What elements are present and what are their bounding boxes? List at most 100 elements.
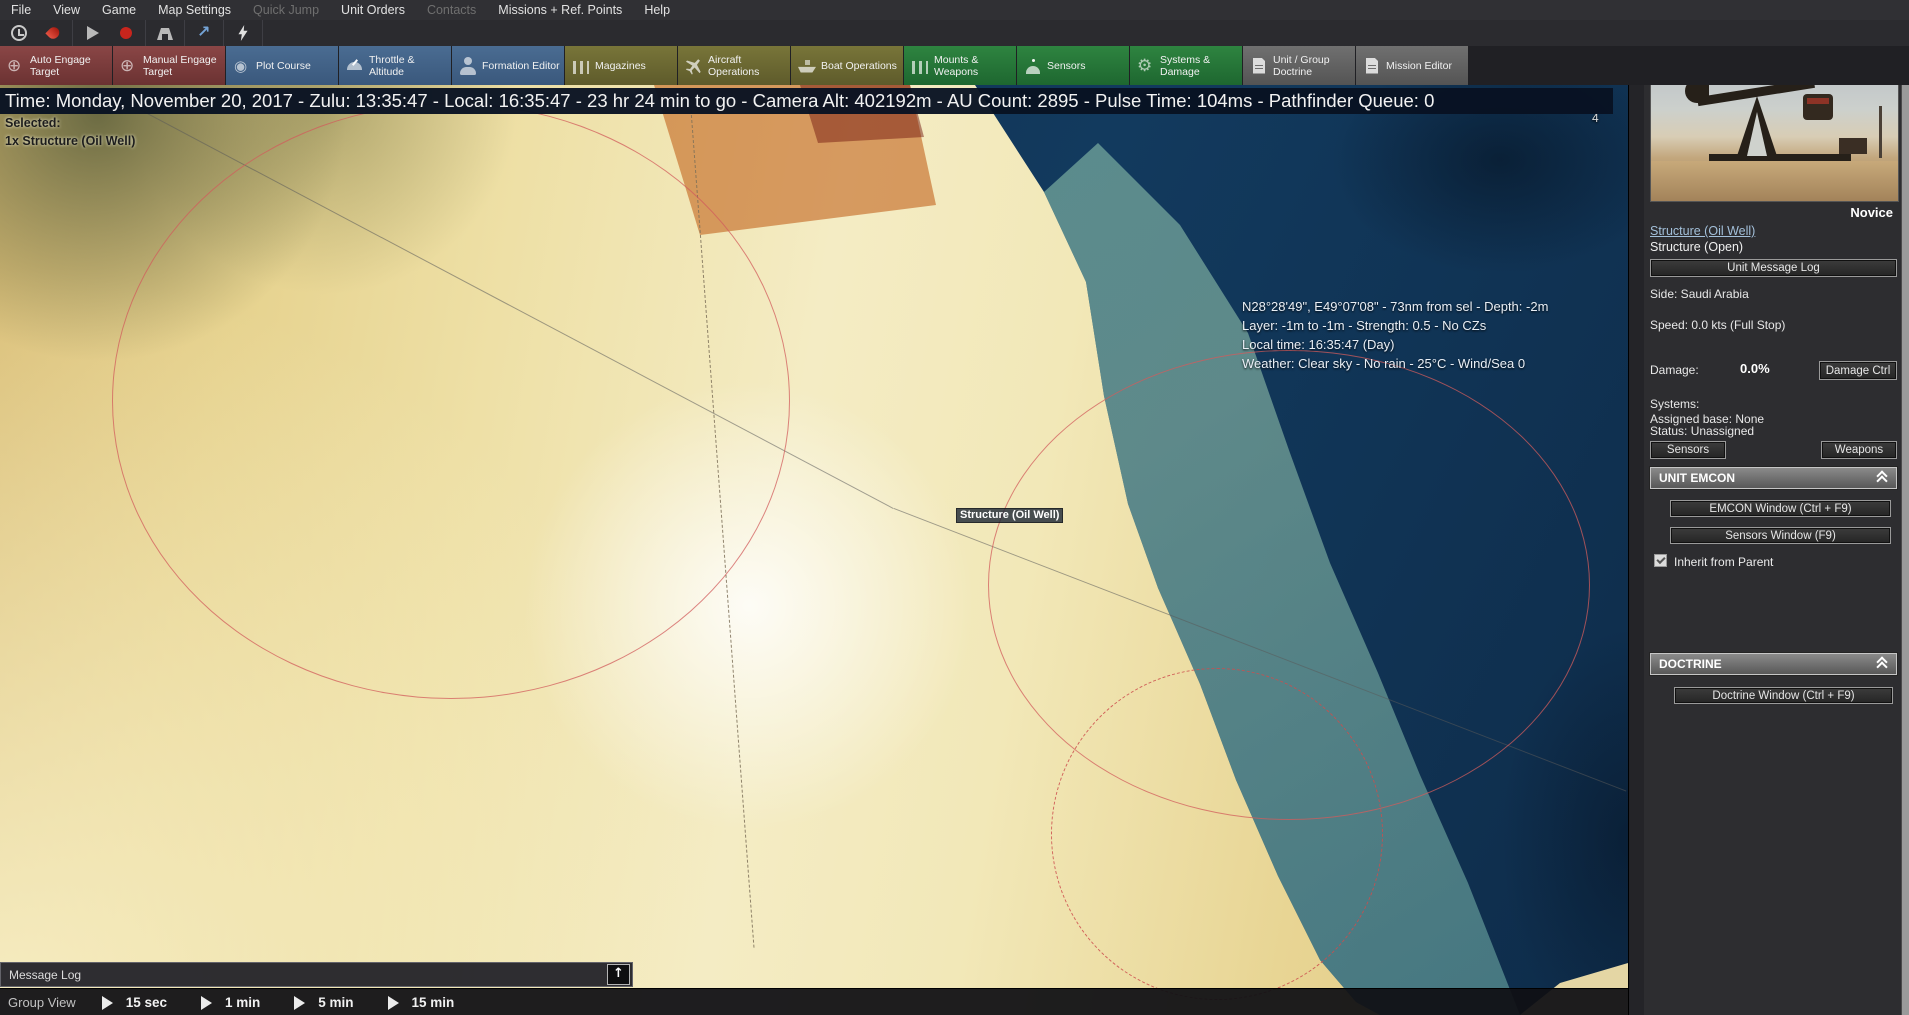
ribbon-manual-engage-target[interactable]: Manual Engage Target — [113, 46, 225, 85]
doctrine-window-button[interactable]: Doctrine Window (Ctrl + F9) — [1674, 687, 1893, 704]
menu-bar: FileViewGameMap SettingsQuick JumpUnit O… — [0, 0, 1909, 21]
photo-ground — [1651, 161, 1898, 201]
damage-ctrl-button[interactable]: Damage Ctrl — [1819, 361, 1897, 380]
time-status-text: Time: Monday, November 20, 2017 - Zulu: … — [5, 90, 1434, 111]
ribbon-label: Plot Course — [256, 60, 338, 72]
jump-arrow-button[interactable] — [187, 21, 221, 45]
unit-label[interactable]: Structure (Oil Well) — [956, 508, 1063, 523]
ribbon-label: Formation Editor — [482, 60, 564, 72]
selected-item: 1x Structure (Oil Well) — [5, 132, 135, 150]
range-ring-dashed — [1051, 668, 1383, 1000]
time-step-arrow-icon[interactable] — [102, 996, 113, 1010]
gear-icon — [1136, 57, 1156, 75]
radar-icon — [1023, 57, 1043, 75]
time-step-arrow-icon[interactable] — [201, 996, 212, 1010]
ribbon-unit-group-doctrine[interactable]: Unit / Group Doctrine — [1243, 46, 1355, 85]
ribbon-mounts-weapons[interactable]: Mounts & Weapons — [904, 46, 1016, 85]
pumpjack-frame-inner — [1747, 112, 1767, 156]
ribbon-mission-editor[interactable]: Mission Editor — [1356, 46, 1468, 85]
clock-button[interactable] — [2, 21, 36, 45]
course-icon — [232, 57, 252, 75]
menu-game[interactable]: Game — [91, 3, 147, 17]
hangar-button[interactable] — [148, 21, 182, 45]
map-viewport[interactable]: Time: Monday, November 20, 2017 - Zulu: … — [0, 85, 1628, 1015]
lightning-icon — [234, 24, 252, 42]
background-derrick — [1879, 106, 1882, 158]
ribbon-label: Throttle & Altitude — [369, 54, 451, 78]
ribbon-plot-course[interactable]: Plot Course — [226, 46, 338, 85]
time-step-arrow-icon[interactable] — [388, 996, 399, 1010]
sensors-button[interactable]: Sensors — [1650, 441, 1726, 459]
message-log-expand-button[interactable]: ↑ — [607, 964, 630, 985]
ribbon-label: Unit / Group Doctrine — [1273, 54, 1355, 78]
time-step-15-min[interactable]: 15 min — [412, 995, 455, 1010]
menu-map-settings[interactable]: Map Settings — [147, 3, 242, 17]
menu-unit-orders[interactable]: Unit Orders — [330, 3, 416, 17]
time-status-bar: Time: Monday, November 20, 2017 - Zulu: … — [0, 88, 1613, 114]
ribbon-sensors[interactable]: Sensors — [1017, 46, 1129, 85]
crosshair-icon — [6, 57, 26, 75]
lightning-button[interactable] — [226, 21, 260, 45]
ribbon-aircraft-operations[interactable]: Aircraft Operations — [678, 46, 790, 85]
proficiency-label: Novice — [1650, 205, 1897, 220]
time-step-15-sec[interactable]: 15 sec — [126, 995, 167, 1010]
message-log-bar[interactable]: Message Log ↑ — [0, 962, 633, 987]
selected-heading: Selected: — [5, 114, 135, 132]
menu-view[interactable]: View — [42, 3, 91, 17]
ribbon-label: Auto Engage Target — [30, 54, 112, 78]
sidebar-collapse-strip[interactable] — [1628, 0, 1645, 1015]
record-button[interactable] — [109, 21, 143, 45]
missiles-icon — [910, 57, 930, 75]
speed-label: Speed: 0.0 kts (Full Stop) — [1650, 318, 1897, 332]
weapons-button[interactable]: Weapons — [1821, 441, 1897, 459]
hangar-icon — [156, 24, 174, 42]
cursor-info-line: Local time: 16:35:47 (Day) — [1242, 335, 1548, 354]
collapse-chevron-icon[interactable] — [1877, 657, 1888, 670]
unit-emcon-header-label: UNIT EMCON — [1659, 471, 1735, 485]
pumpjack-base — [1709, 154, 1851, 161]
pumpjack-counterweight — [1803, 94, 1833, 120]
ribbon-boat-operations[interactable]: Boat Operations — [791, 46, 903, 85]
flame-button[interactable] — [36, 21, 70, 45]
ribbon-throttle-altitude[interactable]: Throttle & Altitude — [339, 46, 451, 85]
sidebar-scrollbar[interactable] — [1901, 47, 1909, 1015]
time-step-1-min[interactable]: 1 min — [225, 995, 260, 1010]
ribbon-label: Magazines — [595, 60, 677, 72]
menu-contacts: Contacts — [416, 3, 487, 17]
sidebar: UNIT STATUS Structure (Oil Well) Novice … — [1644, 0, 1909, 1015]
cursor-info-line: Layer: -1m to -1m - Strength: 0.5 - No C… — [1242, 316, 1548, 335]
toolbar-group — [146, 20, 185, 46]
ribbon-systems-damage[interactable]: Systems & Damage — [1130, 46, 1242, 85]
ribbon-auto-engage-target[interactable]: Auto Engage Target — [0, 46, 112, 85]
sensors-window-button[interactable]: Sensors Window (F9) — [1670, 527, 1891, 544]
menu-help[interactable]: Help — [633, 3, 681, 17]
toolbar-group — [185, 20, 224, 46]
play-icon — [83, 24, 101, 42]
time-step-5-min[interactable]: 5 min — [318, 995, 353, 1010]
doctrine-header[interactable]: DOCTRINE — [1650, 653, 1897, 675]
play-button[interactable] — [75, 21, 109, 45]
inherit-from-parent-row: Inherit from Parent — [1654, 553, 1773, 568]
ribbon-label: Systems & Damage — [1160, 54, 1242, 78]
unit-type-line: Structure (Open) — [1650, 240, 1897, 254]
group-view-label[interactable]: Group View — [8, 995, 76, 1010]
time-compression-bar: Group View 15 sec 1 min 5 min 15 min — [0, 988, 1628, 1015]
unit-class-link[interactable]: Structure (Oil Well) — [1650, 224, 1897, 238]
ribbon-formation-editor[interactable]: Formation Editor — [452, 46, 564, 85]
ribbon-magazines[interactable]: Magazines — [565, 46, 677, 85]
menu-file[interactable]: File — [0, 3, 42, 17]
unit-emcon-header[interactable]: UNIT EMCON — [1650, 467, 1897, 489]
side-label: Side: Saudi Arabia — [1650, 287, 1897, 301]
icon-toolbar — [0, 20, 1909, 46]
menu-missions-ref-points[interactable]: Missions + Ref. Points — [487, 3, 633, 17]
time-step-arrow-icon[interactable] — [294, 996, 305, 1010]
emcon-window-button[interactable]: EMCON Window (Ctrl + F9) — [1670, 500, 1891, 517]
collapse-chevron-icon[interactable] — [1877, 471, 1888, 484]
ribbon-label: Boat Operations — [821, 60, 903, 72]
ribbon-label: Aircraft Operations — [708, 54, 790, 78]
cursor-info-line: N28°28'49", E49°07'08" - 73nm from sel -… — [1242, 297, 1548, 316]
range-ring — [112, 103, 790, 699]
unit-message-log-button[interactable]: Unit Message Log — [1650, 259, 1897, 277]
inherit-checkbox[interactable] — [1654, 554, 1667, 567]
document-icon — [1362, 57, 1382, 75]
